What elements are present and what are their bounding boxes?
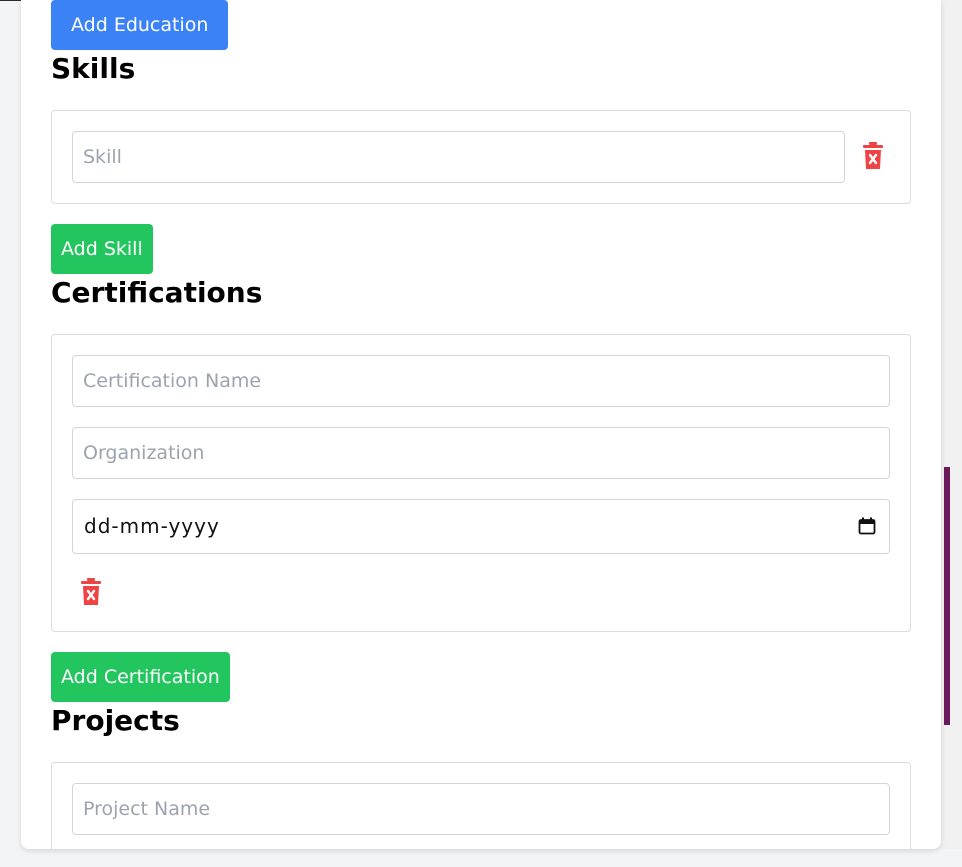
project-name-input[interactable] (72, 783, 890, 835)
add-certification-button[interactable]: Add Certification (51, 652, 230, 702)
calendar-icon[interactable] (858, 517, 876, 535)
skill-input[interactable] (72, 131, 845, 183)
skill-entry-group (51, 110, 911, 204)
certification-name-input[interactable] (72, 355, 890, 407)
organization-input[interactable] (72, 427, 890, 479)
certification-date-input[interactable]: dd-mm-yyyy (72, 499, 890, 554)
trash-icon[interactable] (862, 142, 884, 170)
date-value: dd-mm-yyyy (84, 514, 220, 538)
skills-heading: Skills (51, 52, 136, 85)
certifications-heading: Certifications (51, 276, 263, 309)
trash-icon[interactable] (80, 578, 102, 606)
decorative-stripe (944, 467, 950, 725)
add-education-button[interactable]: Add Education (51, 0, 229, 50)
projects-heading: Projects (51, 704, 180, 737)
project-entry-group (51, 762, 911, 849)
certification-entry-group: dd-mm-yyyy (51, 334, 911, 632)
add-skill-button[interactable]: Add Skill (51, 224, 153, 274)
